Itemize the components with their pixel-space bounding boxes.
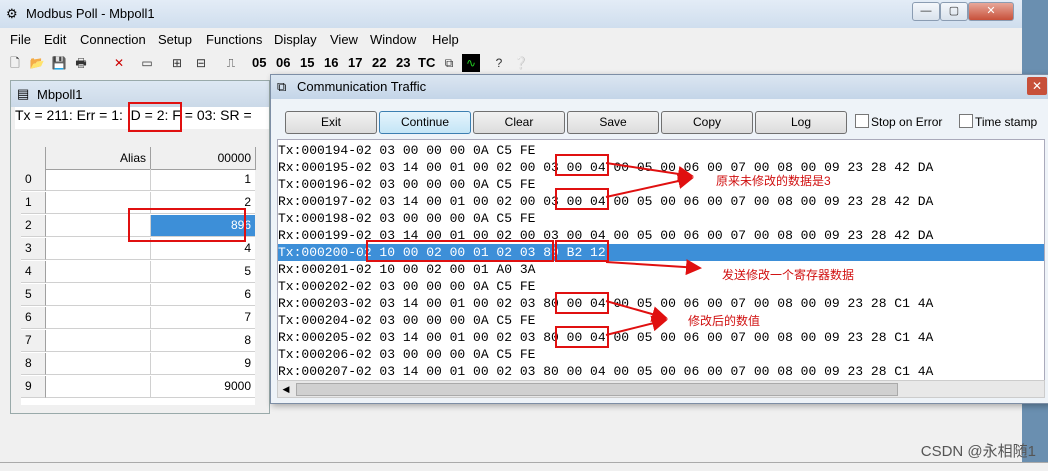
annotation-modified-value: 修改后的数值: [688, 314, 761, 328]
annotation-original-value: 原来未修改的数据是3: [716, 174, 831, 188]
watermark: CSDN @永相随1: [920, 443, 1036, 460]
annotation-arrows: [605, 162, 702, 336]
annotation-write-register: 发送修改一个寄存器数据: [722, 268, 855, 282]
